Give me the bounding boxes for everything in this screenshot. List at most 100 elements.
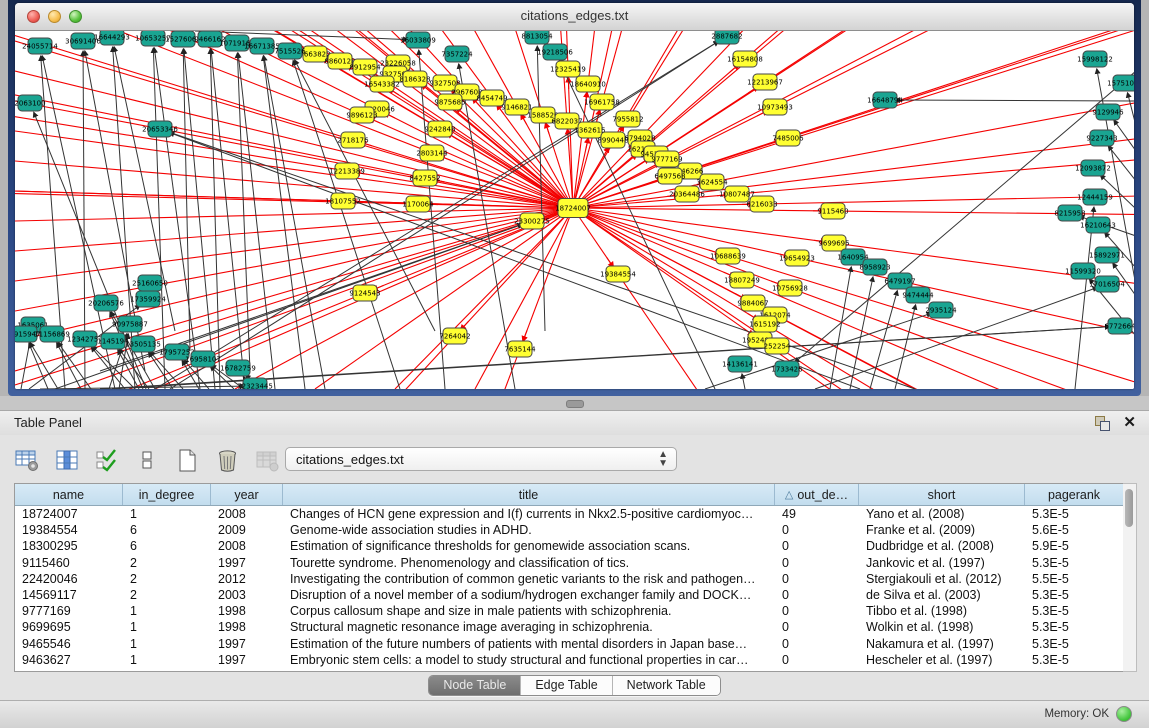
table-scrollbar-thumb[interactable]	[1125, 489, 1133, 527]
table-cell: 1998	[211, 619, 283, 635]
table-cell: 19384554	[15, 522, 123, 538]
table-row[interactable]: 977716911998Corpus callosum shape and si…	[15, 603, 1123, 619]
node-label: 10688639	[710, 252, 746, 260]
table-header-row[interactable]: namein_degreeyeartitle△out_de…shortpager…	[15, 484, 1123, 506]
table-cell: 2012	[211, 571, 283, 587]
node-label: 1733426	[771, 365, 803, 373]
node-table[interactable]: namein_degreeyeartitle△out_de…shortpager…	[14, 483, 1124, 672]
table-row[interactable]: 946362711997Embryonic stem cells: a mode…	[15, 652, 1123, 668]
column-header-in_degree[interactable]: in_degree	[123, 484, 211, 505]
table-row[interactable]: 1456911722003Disruption of a novel membe…	[15, 587, 1123, 603]
new-document-icon[interactable]	[174, 447, 200, 473]
node-label: 6479197	[884, 277, 915, 285]
memory-status-icon[interactable]	[1116, 706, 1132, 722]
panel-splitter[interactable]	[0, 396, 1149, 410]
float-panel-icon[interactable]	[1095, 416, 1109, 430]
table-row[interactable]: 946554611997Estimation of the future num…	[15, 636, 1123, 652]
node-label: 8427552	[409, 174, 440, 182]
node-label: 12325419	[550, 65, 586, 73]
node-label: 12093872	[1075, 164, 1111, 172]
table-cell: 49	[775, 506, 859, 522]
tab-edge-table[interactable]: Edge Table	[521, 676, 612, 695]
column-header-name[interactable]: name	[15, 484, 123, 505]
node-label: 13505135	[125, 340, 161, 348]
node-label: 18640910	[570, 80, 606, 88]
table-cell: de Silva et al. (2003)	[859, 587, 1025, 603]
node-label: 19218506	[537, 48, 573, 56]
node-label: 2803144	[416, 149, 448, 157]
node-label: 20653346	[142, 125, 178, 133]
node-label: 7515526	[274, 47, 306, 55]
rows-icon[interactable]	[134, 447, 160, 473]
table-cell: Estimation of significance thresholds fo…	[283, 538, 775, 554]
table-settings-icon[interactable]	[14, 447, 40, 473]
node-label: 24055714	[22, 42, 58, 50]
node-label: 9242848	[424, 125, 455, 133]
splitter-grip-icon[interactable]	[566, 400, 584, 408]
table-cell: 14569117	[15, 587, 123, 603]
node-label: 16154808	[727, 55, 763, 63]
node-label: 9227343	[1086, 134, 1117, 142]
node-label: 8215958	[1054, 209, 1085, 217]
node-label: 19654923	[779, 254, 815, 262]
table-cell: Corpus callosum shape and size in male p…	[283, 603, 775, 619]
node-label: 8912954	[349, 63, 381, 71]
table-panel-header: Table Panel ✕	[0, 410, 1149, 436]
table-cell: Tourette syndrome. Phenomenology and cla…	[283, 555, 775, 571]
table-row[interactable]: 1938455462009Genome-wide association stu…	[15, 522, 1123, 538]
tab-network-table[interactable]: Network Table	[613, 676, 720, 695]
table-tabs: Node TableEdge TableNetwork Table	[0, 675, 1149, 696]
column-header-pagerank[interactable]: pagerank	[1025, 484, 1123, 505]
table-cell: 2	[123, 571, 211, 587]
column-header-title[interactable]: title	[283, 484, 775, 505]
node-label: 15998122	[1077, 55, 1113, 63]
table-cell: 5.3E-5	[1025, 603, 1123, 619]
table-cell: Structural magnetic resonance image aver…	[283, 619, 775, 635]
node-label: 90975887	[112, 320, 148, 328]
close-panel-icon[interactable]: ✕	[1123, 413, 1136, 431]
node-label: 18724007	[555, 204, 591, 212]
window-titlebar[interactable]: citations_edges.txt	[15, 3, 1134, 31]
node-label: 16648794	[867, 96, 903, 104]
table-source-select[interactable]: citations_edges.txt ▲▼	[285, 447, 677, 471]
tab-node-table[interactable]: Node Table	[429, 676, 521, 695]
table-scrollbar[interactable]	[1123, 483, 1137, 672]
table-cell: 0	[775, 603, 859, 619]
table-cell: Dudbridge et al. (2008)	[859, 538, 1025, 554]
node-label: 9124543	[349, 289, 380, 297]
column-header-year[interactable]: year	[211, 484, 283, 505]
column-header-out_de[interactable]: △out_de…	[775, 484, 859, 505]
select-arrows-icon: ▲▼	[658, 450, 668, 468]
node-label: 9777169	[651, 155, 682, 163]
node-label: 9129946	[1092, 108, 1124, 116]
table-row[interactable]: 911546021997Tourette syndrome. Phenomeno…	[15, 555, 1123, 571]
column-header-short[interactable]: short	[859, 484, 1025, 505]
trash-icon[interactable]	[214, 447, 240, 473]
table-body[interactable]: 1872400712008Changes of HCN gene express…	[15, 506, 1123, 668]
table-cell: 1	[123, 619, 211, 635]
node-label: 8958923	[859, 263, 890, 271]
table-row[interactable]: 1830029562008Estimation of significance …	[15, 538, 1123, 554]
table-cell: 2008	[211, 538, 283, 554]
node-label: 2718176	[337, 136, 369, 144]
node-label: 11599320	[1065, 267, 1101, 275]
table-source-value: citations_edges.txt	[296, 452, 404, 467]
table-cell: Genome-wide association studies in ADHD.	[283, 522, 775, 538]
table-panel-title: Table Panel	[14, 415, 82, 430]
node-label: 7635144	[504, 345, 536, 353]
column-visibility-icon[interactable]	[54, 447, 80, 473]
node-label: 18107552	[325, 197, 361, 205]
table-row[interactable]: 1872400712008Changes of HCN gene express…	[15, 506, 1123, 522]
table-cell: 2	[123, 555, 211, 571]
network-canvas[interactable]: 1872400776638228860128891295423226058932…	[15, 31, 1134, 389]
table-cell: 18724007	[15, 506, 123, 522]
node-label: 16543382	[364, 80, 400, 88]
node-label: 9146821	[501, 103, 532, 111]
table-cell: 1997	[211, 636, 283, 652]
node-label: 16958107	[185, 355, 221, 363]
table-row[interactable]: 2242004622012Investigating the contribut…	[15, 571, 1123, 587]
table-cell: Hescheler et al. (1997)	[859, 652, 1025, 668]
select-rows-icon[interactable]	[94, 447, 120, 473]
table-cell: 0	[775, 522, 859, 538]
table-row[interactable]: 969969511998Structural magnetic resonanc…	[15, 619, 1123, 635]
